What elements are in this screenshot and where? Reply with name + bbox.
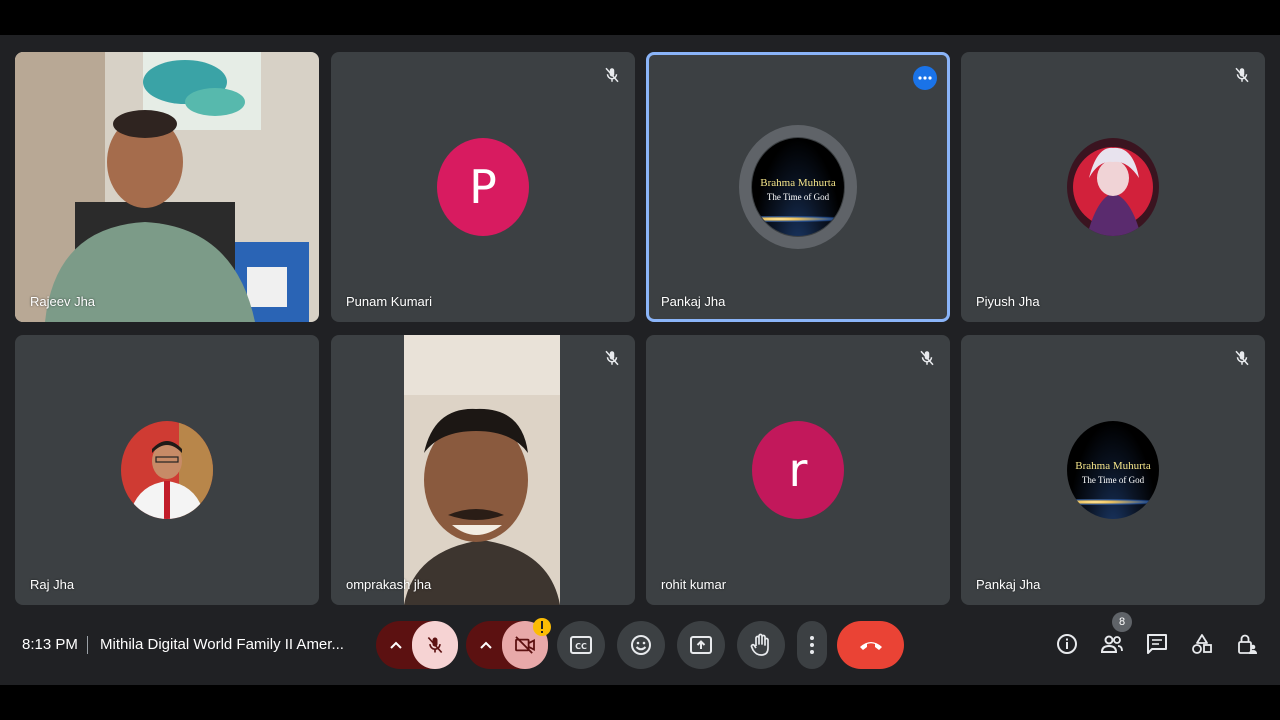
mic-toggle-button[interactable] (412, 621, 458, 669)
participant-tile[interactable]: Rajeev Jha (15, 52, 319, 322)
participant-name: Rajeev Jha (30, 294, 96, 309)
avatar-text-line1: Brahma Muhurta (1075, 459, 1151, 472)
closed-captions-icon: CC (570, 636, 592, 654)
participant-name: Pankaj Jha (661, 294, 726, 309)
divider (87, 636, 88, 654)
people-count-badge: 8 (1112, 612, 1132, 632)
mic-off-icon (1233, 66, 1251, 84)
reactions-button[interactable] (617, 621, 665, 669)
host-controls-button[interactable] (1235, 632, 1259, 656)
raise-hand-button[interactable] (737, 621, 785, 669)
avatar: Brahma Muhurta The Time of God (752, 138, 844, 236)
avatar: r (752, 421, 844, 519)
mic-options-button[interactable] (376, 621, 416, 669)
avatar (121, 421, 213, 519)
participant-tile[interactable]: Brahma Muhurta The Time of God Pankaj Jh… (961, 335, 1265, 605)
lock-person-icon (1238, 634, 1257, 654)
camera-off-icon (515, 636, 535, 654)
avatar-text-line1: Brahma Muhurta (760, 176, 836, 189)
participant-tile-active[interactable]: Brahma Muhurta The Time of God Pankaj Jh… (646, 52, 950, 322)
participant-name: omprakash jha (346, 577, 432, 592)
earth-horizon (1067, 499, 1159, 505)
avatar-letter: r (788, 443, 808, 497)
avatar: P (437, 138, 529, 236)
participant-name: Piyush Jha (976, 294, 1040, 309)
participant-video (404, 335, 560, 605)
chat-icon (1147, 634, 1167, 654)
people-icon (1100, 635, 1123, 653)
avatar-letter: P (469, 160, 497, 214)
warning-icon (533, 618, 551, 636)
more-options-icon[interactable] (913, 66, 937, 90)
avatar-text-line2: The Time of God (1081, 474, 1145, 485)
present-screen-button[interactable] (677, 621, 725, 669)
hang-up-icon (859, 642, 882, 650)
leave-call-button[interactable] (837, 621, 904, 669)
chevron-up-icon (390, 641, 402, 649)
earth-horizon (752, 216, 844, 222)
svg-text:CC: CC (575, 642, 587, 651)
mic-off-icon (1233, 349, 1251, 367)
meeting-title: Mithila Digital World Family II Amer... (100, 636, 344, 653)
meeting-details-button[interactable] (1055, 632, 1079, 656)
mic-off-icon (427, 636, 443, 654)
participant-tile[interactable]: Raj Jha (15, 335, 319, 605)
more-vert-icon (810, 636, 814, 654)
control-bar: 8:13 PM Mithila Digital World Family II … (0, 610, 1280, 685)
avatar: Brahma Muhurta The Time of God (1067, 421, 1159, 519)
participant-tile[interactable]: omprakash jha (331, 335, 635, 605)
participant-tile[interactable]: P Punam Kumari (331, 52, 635, 322)
emoji-icon (631, 635, 651, 655)
participant-tile[interactable]: r rohit kumar (646, 335, 950, 605)
more-options-button[interactable] (797, 621, 827, 669)
avatar-text-line2: The Time of God (766, 191, 830, 202)
chevron-up-icon (480, 641, 492, 649)
shapes-icon (1192, 634, 1212, 654)
participant-name: rohit kumar (661, 577, 727, 592)
camera-options-button[interactable] (466, 621, 506, 669)
activities-button[interactable] (1190, 632, 1214, 656)
people-button[interactable] (1100, 632, 1124, 656)
participant-name: Pankaj Jha (976, 577, 1041, 592)
mic-off-icon (603, 349, 621, 367)
meeting-app: Rajeev Jha P Punam Kumari Brahma Muhurta… (0, 35, 1280, 685)
chat-button[interactable] (1145, 632, 1169, 656)
info-icon (1057, 634, 1077, 654)
participant-video (15, 52, 319, 322)
present-icon (690, 636, 712, 654)
mic-off-icon (603, 66, 621, 84)
meeting-clock: 8:13 PM (22, 636, 78, 653)
participant-tile[interactable]: Piyush Jha (961, 52, 1265, 322)
participant-name: Punam Kumari (346, 294, 432, 309)
captions-button[interactable]: CC (557, 621, 605, 669)
hand-icon (750, 633, 769, 656)
mic-off-icon (918, 349, 936, 367)
mic-control-group (376, 621, 458, 669)
participant-name: Raj Jha (30, 577, 75, 592)
avatar (1067, 138, 1159, 236)
